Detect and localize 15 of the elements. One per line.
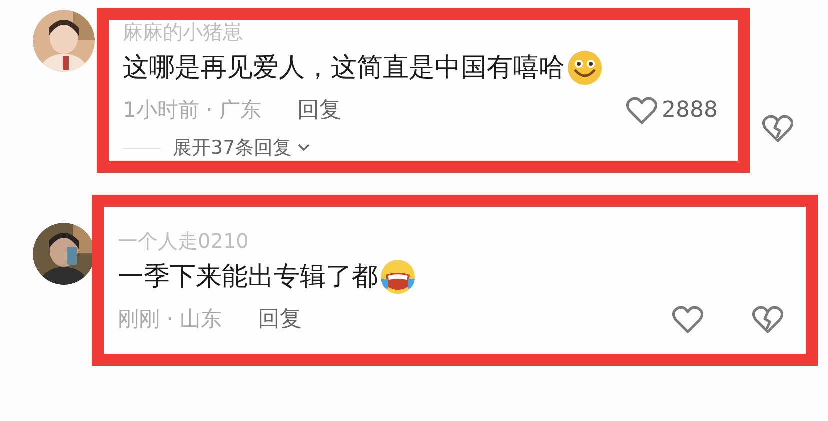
reply-link[interactable]: 回复 <box>297 94 342 127</box>
broken-heart-icon[interactable] <box>752 304 784 334</box>
comment-text: 这哪是再见爱人，这简直是中国有嘻哈 <box>123 52 565 85</box>
broken-heart-icon[interactable] <box>762 114 794 144</box>
chevron-down-icon <box>298 144 310 152</box>
expand-replies-link[interactable]: 展开37条回复 <box>173 137 292 159</box>
heart-icon[interactable] <box>626 96 658 126</box>
reply-link[interactable]: 回复 <box>258 303 302 336</box>
laughing-crying-emoji-icon <box>380 259 416 295</box>
smiley-emoji-icon <box>567 50 603 86</box>
like-count: 2888 <box>662 97 718 125</box>
comment-meta: 1小时前 · 广东 <box>123 96 262 124</box>
heart-icon[interactable] <box>672 304 704 334</box>
comment-text: 一季下来能出专辑了都 <box>118 261 378 294</box>
comment-meta: 刚刚 · 山东 <box>118 306 222 333</box>
